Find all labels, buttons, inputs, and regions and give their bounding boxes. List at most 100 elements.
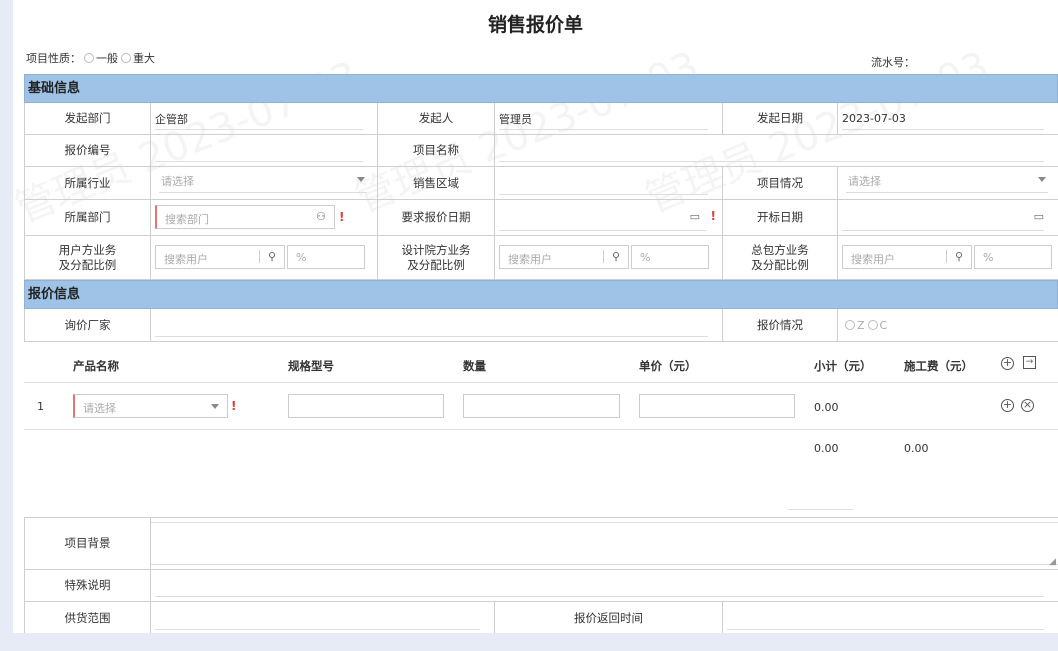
chevron-down-icon bbox=[357, 177, 365, 182]
special-label: 特殊说明 bbox=[25, 570, 151, 601]
special-field[interactable] bbox=[151, 570, 1058, 601]
row-quote-no: 报价编号 项目名称 bbox=[25, 135, 1058, 167]
col-subtotal: 小计（元） bbox=[814, 359, 872, 373]
radio-general[interactable] bbox=[84, 53, 94, 63]
serial-number-label: 流水号： bbox=[871, 56, 915, 69]
col-unit-price: 单价（元） bbox=[639, 359, 697, 373]
required-date-label: 要求报价日期 bbox=[378, 200, 495, 235]
add-row-icon[interactable]: + bbox=[1001, 399, 1014, 412]
quote-no-label: 报价编号 bbox=[25, 135, 151, 166]
return-time-label: 报价返回时间 bbox=[495, 602, 723, 633]
row-initiator: 发起部门 企管部 发起人 管理员 发起日期 2023-07-03 bbox=[25, 103, 1058, 135]
required-mark: ! bbox=[231, 399, 237, 413]
chevron-down-icon bbox=[211, 404, 219, 409]
owner-dept-cell: 搜索部门 ⚇ ! bbox=[151, 200, 378, 235]
user-search-input[interactable]: 搜索用户 ⚲ bbox=[155, 245, 285, 269]
row-special: 特殊说明 bbox=[25, 570, 1058, 602]
row-index: 1 bbox=[37, 400, 44, 413]
product-select[interactable]: 请选择 bbox=[73, 394, 228, 418]
page-bottom-shadow bbox=[0, 633, 1058, 651]
col-product-name: 产品名称 bbox=[73, 359, 119, 373]
page-title: 销售报价单 bbox=[487, 14, 583, 36]
date-label: 发起日期 bbox=[723, 103, 838, 134]
radio-c-label: C bbox=[879, 318, 888, 332]
dept-value: 企管部 bbox=[151, 103, 378, 134]
project-status-placeholder: 请选择 bbox=[848, 175, 881, 188]
background-textarea[interactable]: ◢ bbox=[151, 518, 1058, 569]
owner-dept-label: 所属部门 bbox=[25, 200, 151, 235]
row-business-split: 用户方业务 及分配比例 搜索用户 ⚲ % 设计院方业务 及分配比例 搜索用户 ⚲ % 总… bbox=[25, 236, 1058, 280]
user-icon[interactable]: ⚲ bbox=[602, 250, 620, 263]
owner-dept-input[interactable]: 搜索部门 ⚇ bbox=[155, 205, 335, 229]
initiator-label: 发起人 bbox=[378, 103, 495, 134]
radio-major[interactable] bbox=[121, 53, 131, 63]
required-date-field[interactable]: ▭ ! bbox=[495, 200, 723, 235]
industry-select[interactable]: 请选择 bbox=[151, 167, 378, 199]
col-install-fee: 施工费（元） bbox=[904, 359, 973, 373]
project-status-label: 项目情况 bbox=[723, 167, 838, 199]
user-biz-cell: 搜索用户 ⚲ % bbox=[151, 236, 378, 279]
row-owner-dept: 所属部门 搜索部门 ⚇ ! 要求报价日期 ▭ ! 开标日期 ▭ bbox=[25, 200, 1058, 236]
quote-no-field[interactable] bbox=[151, 135, 378, 166]
radio-z[interactable] bbox=[845, 320, 855, 330]
dept-label: 发起部门 bbox=[25, 103, 151, 134]
supply-label: 供货范围 bbox=[25, 602, 151, 633]
add-row-icon[interactable]: + bbox=[1001, 357, 1014, 370]
vendor-field[interactable] bbox=[151, 309, 723, 341]
user-icon[interactable]: ⚲ bbox=[945, 250, 963, 263]
col-spec: 规格型号 bbox=[288, 359, 334, 373]
section-basic-info: 基础信息 bbox=[24, 74, 1058, 103]
col-quantity: 数量 bbox=[463, 359, 486, 373]
bid-date-field[interactable]: ▭ bbox=[838, 200, 1058, 235]
row-vendor: 询价厂家 报价情况 ZC bbox=[25, 309, 1058, 342]
general-percent-input[interactable]: % bbox=[974, 245, 1052, 269]
project-name-label: 项目名称 bbox=[378, 135, 495, 166]
project-name-field[interactable] bbox=[495, 135, 1058, 166]
chevron-down-icon bbox=[1038, 177, 1046, 182]
table-header-divider bbox=[24, 382, 1058, 383]
spec-input[interactable] bbox=[288, 394, 444, 418]
import-icon[interactable]: → bbox=[1023, 356, 1036, 369]
quantity-input[interactable] bbox=[463, 394, 620, 418]
bid-date-label: 开标日期 bbox=[723, 200, 838, 235]
row-background: 项目背景 ◢ bbox=[25, 518, 1058, 570]
design-percent-input[interactable]: % bbox=[631, 245, 709, 269]
radio-major-label: 重大 bbox=[133, 52, 155, 65]
calendar-icon[interactable]: ▭ bbox=[690, 210, 700, 223]
row-industry: 所属行业 请选择 销售区域 项目情况 请选择 bbox=[25, 167, 1058, 200]
industry-label: 所属行业 bbox=[25, 167, 151, 199]
unit-price-input[interactable] bbox=[639, 394, 795, 418]
industry-placeholder: 请选择 bbox=[161, 175, 194, 188]
org-tree-icon[interactable]: ⚇ bbox=[316, 210, 326, 223]
calendar-icon[interactable]: ▭ bbox=[1034, 210, 1044, 223]
design-search-input[interactable]: 搜索用户 ⚲ bbox=[499, 245, 629, 269]
general-biz-cell: 搜索用户 ⚲ % bbox=[838, 236, 1058, 279]
row-subtotal: 0.00 bbox=[814, 401, 839, 414]
radio-general-label: 一般 bbox=[96, 52, 118, 65]
user-percent-input[interactable]: % bbox=[287, 245, 365, 269]
date-value: 2023-07-03 bbox=[838, 103, 1058, 134]
user-icon[interactable]: ⚲ bbox=[258, 250, 276, 263]
required-mark: ! bbox=[339, 210, 345, 224]
project-status-select[interactable]: 请选择 bbox=[838, 167, 1058, 199]
general-search-input[interactable]: 搜索用户 ⚲ bbox=[842, 245, 972, 269]
design-biz-label: 设计院方业务 及分配比例 bbox=[378, 236, 495, 279]
supply-field[interactable] bbox=[151, 602, 495, 633]
user-biz-label: 用户方业务 及分配比例 bbox=[25, 236, 151, 279]
total-subtotal: 0.00 bbox=[814, 442, 839, 455]
initiator-value: 管理员 bbox=[495, 103, 723, 134]
quote-status-label: 报价情况 bbox=[723, 309, 838, 341]
section-quote-info: 报价信息 bbox=[24, 280, 1058, 309]
row-supply: 供货范围 报价返回时间 bbox=[25, 602, 1058, 633]
basic-info-grid: 发起部门 企管部 发起人 管理员 发起日期 2023-07-03 报价编号 项目… bbox=[24, 103, 1058, 280]
region-label: 销售区域 bbox=[378, 167, 495, 199]
quote-info-grid: 询价厂家 报价情况 ZC bbox=[24, 309, 1058, 342]
general-biz-label: 总包方业务 及分配比例 bbox=[723, 236, 838, 279]
bottom-grid: 项目背景 ◢ 特殊说明 供货范围 报价返回时间 bbox=[24, 517, 1058, 633]
region-field[interactable] bbox=[495, 167, 723, 199]
remove-row-icon[interactable]: × bbox=[1021, 399, 1034, 412]
resize-handle-icon[interactable]: ◢ bbox=[1049, 557, 1056, 567]
project-nature: 项目性质： 一般 重大 bbox=[26, 50, 155, 66]
radio-c[interactable] bbox=[867, 320, 878, 330]
return-time-field[interactable] bbox=[723, 602, 1058, 633]
